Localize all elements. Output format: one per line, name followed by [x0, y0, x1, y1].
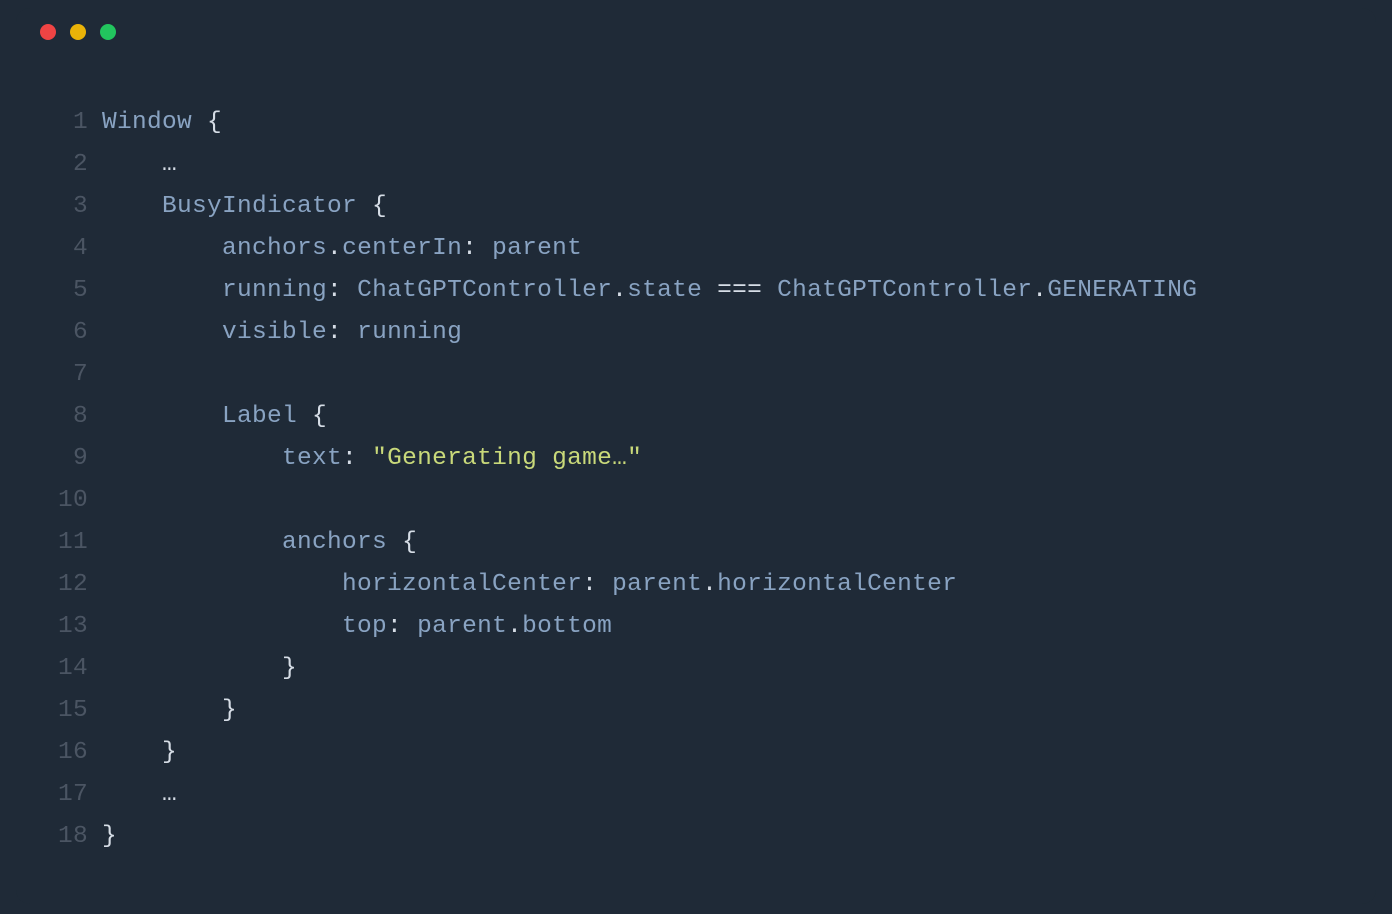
code-line: 12 horizontalCenter: parent.horizontalCe… — [40, 564, 1352, 606]
code-line: 14 } — [40, 648, 1352, 690]
code-content: } — [88, 816, 117, 858]
minimize-icon[interactable] — [70, 24, 86, 40]
editor-window: 1 Window { 2 … 3 BusyIndicator { 4 ancho… — [16, 8, 1376, 904]
code-line: 4 anchors.centerIn: parent — [40, 228, 1352, 270]
code-line: 18 } — [40, 816, 1352, 858]
line-number: 16 — [40, 732, 88, 774]
code-line: 8 Label { — [40, 396, 1352, 438]
code-content: BusyIndicator { — [88, 186, 387, 228]
code-content: anchors { — [88, 522, 417, 564]
line-number: 7 — [40, 354, 88, 396]
code-content: … — [88, 144, 177, 186]
title-bar — [16, 8, 1376, 56]
code-line: 1 Window { — [40, 102, 1352, 144]
code-line: 13 top: parent.bottom — [40, 606, 1352, 648]
line-number: 11 — [40, 522, 88, 564]
line-number: 17 — [40, 774, 88, 816]
zoom-icon[interactable] — [100, 24, 116, 40]
line-number: 6 — [40, 312, 88, 354]
line-number: 3 — [40, 186, 88, 228]
line-number: 18 — [40, 816, 88, 858]
code-line: 9 text: "Generating game…" — [40, 438, 1352, 480]
code-content: Window { — [88, 102, 222, 144]
code-line: 10 — [40, 480, 1352, 522]
line-number: 2 — [40, 144, 88, 186]
code-content: horizontalCenter: parent.horizontalCente… — [88, 564, 957, 606]
code-area[interactable]: 1 Window { 2 … 3 BusyIndicator { 4 ancho… — [16, 56, 1376, 882]
code-line: 16 } — [40, 732, 1352, 774]
close-icon[interactable] — [40, 24, 56, 40]
code-line: 7 — [40, 354, 1352, 396]
code-content: } — [88, 732, 177, 774]
code-content: } — [88, 648, 297, 690]
code-line: 17 … — [40, 774, 1352, 816]
code-content: Label { — [88, 396, 327, 438]
line-number: 8 — [40, 396, 88, 438]
code-line: 5 running: ChatGPTController.state === C… — [40, 270, 1352, 312]
code-content: … — [88, 774, 177, 816]
code-content: text: "Generating game…" — [88, 438, 642, 480]
line-number: 5 — [40, 270, 88, 312]
line-number: 1 — [40, 102, 88, 144]
line-number: 15 — [40, 690, 88, 732]
code-content: visible: running — [88, 312, 462, 354]
line-number: 9 — [40, 438, 88, 480]
line-number: 13 — [40, 606, 88, 648]
line-number: 10 — [40, 480, 88, 522]
code-line: 3 BusyIndicator { — [40, 186, 1352, 228]
line-number: 14 — [40, 648, 88, 690]
line-number: 4 — [40, 228, 88, 270]
code-line: 6 visible: running — [40, 312, 1352, 354]
code-content: running: ChatGPTController.state === Cha… — [88, 270, 1197, 312]
code-line: 11 anchors { — [40, 522, 1352, 564]
code-content: } — [88, 690, 237, 732]
code-content: top: parent.bottom — [88, 606, 612, 648]
code-line: 15 } — [40, 690, 1352, 732]
code-line: 2 … — [40, 144, 1352, 186]
line-number: 12 — [40, 564, 88, 606]
code-content: anchors.centerIn: parent — [88, 228, 582, 270]
